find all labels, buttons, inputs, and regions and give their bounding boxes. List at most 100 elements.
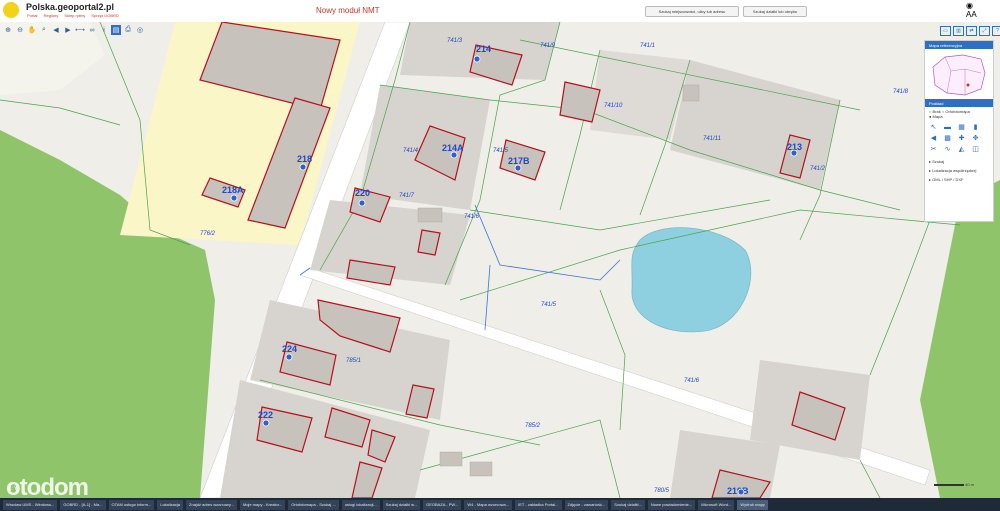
- scissors-icon[interactable]: ✂: [929, 146, 938, 154]
- taskbar-item[interactable]: GEOBAZA - PW...: [423, 499, 462, 510]
- search-address-button[interactable]: Szukaj miejscowości, ulicy lub adresu: [645, 6, 739, 17]
- scale-label: 40 m: [965, 482, 975, 487]
- window-icon[interactable]: ▭: [940, 26, 951, 36]
- layers-header[interactable]: Podkład: [925, 99, 993, 107]
- taskbar: Wrocław UMS - Windows... GOBRD - [A-1] -…: [0, 498, 1000, 511]
- parcel-label: 741/11: [703, 136, 721, 142]
- parcel-label: 741/5: [541, 302, 557, 308]
- geoportal-logo[interactable]: [3, 2, 19, 18]
- taskbar-item[interactable]: Szukaj działki w...: [382, 499, 421, 510]
- globe-icon[interactable]: ◎: [135, 25, 145, 35]
- help-icon[interactable]: ?: [992, 26, 1000, 36]
- taskbar-item[interactable]: Zdjęcie - zawartość...: [564, 499, 609, 510]
- address-point: [790, 149, 798, 157]
- address-point: [358, 199, 366, 207]
- parcel-label: 776/2: [200, 231, 216, 237]
- taskbar-item[interactable]: Moje mapy - Kreator...: [239, 499, 286, 510]
- address-point: [230, 194, 238, 202]
- taskbar-item[interactable]: IET - zakładka Portal...: [515, 499, 562, 510]
- site-title[interactable]: Polska.geoportal2.pl: [26, 2, 114, 12]
- parcel-label: 741/9: [540, 43, 556, 49]
- taskbar-item[interactable]: Lokalizacja: [157, 499, 184, 510]
- parcel-label: 741/7: [399, 193, 415, 199]
- panel-link-coordinates[interactable]: ▸ Lokalizacja współrzędnej: [925, 166, 993, 175]
- taskbar-item[interactable]: Wrocław UMS - Windows...: [3, 499, 58, 510]
- taskbar-item[interactable]: Szukaj działki...: [611, 499, 645, 510]
- forward-arrow-icon[interactable]: ▶: [63, 25, 73, 35]
- layout-icon[interactable]: ▥: [953, 26, 964, 36]
- taskbar-item[interactable]: Znajdź adres wzorcowy...: [186, 499, 237, 510]
- building-number: 222: [258, 410, 273, 420]
- eye-icon[interactable]: ◉: [966, 1, 973, 10]
- radio-ortho-label: Ortofotomapa: [945, 109, 970, 114]
- tool-icon-grid: ↖ ▬ ▦ ▮ ◀ ▩ ✚ ✥ ✂ ∿ ◭ ◫: [925, 121, 993, 157]
- overview-header[interactable]: Mapa referencyjna: [925, 41, 993, 49]
- parcel-label: 741/1: [640, 43, 655, 49]
- taskbar-item[interactable]: W4 - Mapa wzorcowa...: [464, 499, 513, 510]
- parcel-label: 741/2: [810, 166, 826, 172]
- zoom-out-icon[interactable]: ⊖: [15, 25, 25, 35]
- radio-map-label: Mapa: [932, 114, 943, 119]
- taskbar-item[interactable]: usługi lokalizacji...: [341, 499, 380, 510]
- taskbar-item-active[interactable]: Wydruk mapy: [737, 499, 768, 510]
- nmt-module-link[interactable]: Nowy moduł NMT: [316, 6, 380, 15]
- parcel-label: 780/5: [654, 488, 670, 494]
- print-icon[interactable]: ⎙: [123, 25, 133, 35]
- overview-map[interactable]: [925, 49, 993, 99]
- side-panel: Mapa referencyjna Podkład ○ Brak ○ Ortof…: [924, 40, 994, 222]
- header: Polska.geoportal2.pl Portal Regiony Skle…: [0, 0, 1000, 23]
- header-link-portal[interactable]: Portal: [27, 13, 37, 18]
- scale-bar: 40 m: [934, 482, 974, 487]
- folder-icon[interactable]: ▬: [943, 124, 952, 132]
- building-number: 218A: [222, 185, 244, 195]
- header-link-fish-shop[interactable]: Sklep rybny: [64, 13, 85, 18]
- panel-link-export-label: GML / SHP / DXF: [932, 177, 964, 182]
- building-number: 220: [355, 188, 370, 198]
- grid-icon[interactable]: ▩: [943, 135, 952, 143]
- parcel-label: 785/1: [346, 358, 361, 364]
- trash-icon[interactable]: ▮: [971, 124, 980, 132]
- parcel-label: 741/5: [493, 148, 509, 154]
- header-link-regions[interactable]: Regiony: [44, 13, 59, 18]
- hand-pan-icon[interactable]: ✋: [27, 25, 37, 35]
- book-icon[interactable]: ◫: [971, 146, 980, 154]
- cadastral-map[interactable]: 741/3 741/5 741/7 741/4 741/9 741/1 741/…: [0, 22, 1000, 498]
- cursor-icon[interactable]: ↖: [929, 124, 938, 132]
- swap-icon[interactable]: ⇄: [966, 26, 977, 36]
- address-point: [737, 488, 745, 496]
- back-arrow-icon[interactable]: ◀: [51, 25, 61, 35]
- fullscreen-icon[interactable]: ⤢: [979, 26, 990, 36]
- measure-icon[interactable]: ⟷: [75, 25, 85, 35]
- parcel-label: 741/4: [403, 148, 419, 154]
- building-number: 224: [282, 344, 297, 354]
- panel-link-export[interactable]: ▸ GML / SHP / DXF: [925, 175, 993, 184]
- wave-icon[interactable]: ∿: [943, 146, 952, 154]
- building-number: 218: [297, 154, 312, 164]
- arrow-left-icon[interactable]: ◀: [929, 135, 938, 143]
- chart-icon[interactable]: ◭: [957, 146, 966, 154]
- layer-icon[interactable]: ▤: [111, 25, 121, 35]
- search-parcel-button[interactable]: Szukaj działki lub obrębu: [743, 6, 807, 17]
- move-icon[interactable]: ✥: [971, 135, 980, 143]
- map-toolbar: ⊕ ⊖ ✋ ⌕ ◀ ▶ ⟷ ∞ i ▤ ⎙ ◎: [3, 25, 145, 37]
- plus-icon[interactable]: ✚: [957, 135, 966, 143]
- panel-link-search[interactable]: ▸ Szukaj: [925, 157, 993, 166]
- building-number: 214A: [442, 143, 464, 153]
- font-size-toggle[interactable]: AA: [966, 10, 977, 19]
- address-point: [514, 164, 522, 172]
- link-icon[interactable]: ∞: [87, 25, 97, 35]
- building-number: 217B: [508, 156, 530, 166]
- header-links: Portal Regiony Sklep rybny Sprzęt GOBRD: [27, 13, 124, 18]
- taskbar-item[interactable]: OTAM usługa inform...: [108, 499, 155, 510]
- address-point: [262, 419, 270, 427]
- taskbar-item[interactable]: GOBRD - [A-1] - Ma...: [60, 499, 106, 510]
- zoom-in-icon[interactable]: ⊕: [3, 25, 13, 35]
- taskbar-item[interactable]: Microsoft Word...: [698, 499, 735, 510]
- address-point: [285, 353, 293, 361]
- info-icon[interactable]: i: [99, 25, 109, 35]
- taskbar-item[interactable]: Ortofotomapa - Szukaj ...: [288, 499, 339, 510]
- header-link-equipment[interactable]: Sprzęt GOBRD: [91, 13, 118, 18]
- table-icon[interactable]: ▦: [957, 124, 966, 132]
- taskbar-item[interactable]: Nowe powiadomienie...: [647, 499, 696, 510]
- zoom-box-icon[interactable]: ⌕: [39, 25, 49, 35]
